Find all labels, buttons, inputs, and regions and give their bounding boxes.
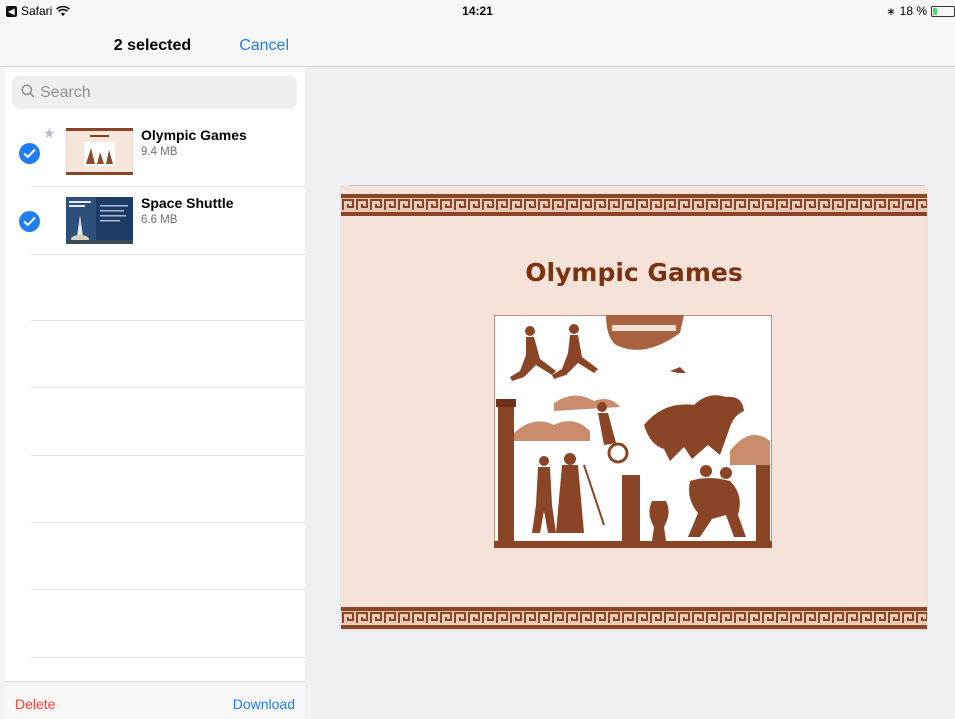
slide-title: Olympic Games	[525, 258, 743, 287]
battery-icon	[931, 5, 955, 17]
file-name: Olympic Games	[141, 127, 247, 143]
file-row-olympic-games[interactable]: ★ Olympic Games 9.4 MB	[5, 119, 305, 187]
bluetooth-icon: ∗	[886, 5, 896, 18]
delete-button[interactable]: Delete	[15, 696, 55, 712]
bottom-toolbar: Delete Download	[5, 681, 305, 719]
row-divider	[31, 254, 305, 255]
selected-check-icon[interactable]	[19, 211, 40, 232]
file-row-space-shuttle[interactable]: Space Shuttle 6.6 MB	[5, 187, 305, 255]
download-button[interactable]: Download	[233, 696, 295, 712]
status-time: 14:21	[462, 4, 493, 18]
search-icon	[21, 84, 35, 98]
greek-border-bottom	[341, 607, 927, 629]
status-right: ∗ 18 %	[886, 4, 955, 18]
search-input[interactable]: Search	[12, 76, 297, 109]
olympic-games-thumbnail	[66, 128, 133, 175]
battery-percent: 18 %	[899, 4, 927, 18]
status-bar: ◀ Safari 14:21 ∗ 18 %	[0, 0, 955, 22]
empty-row-divider	[31, 455, 305, 456]
ancient-greek-artwork-image	[494, 315, 772, 548]
file-size: 9.4 MB	[141, 146, 178, 158]
battery-level	[933, 7, 937, 15]
greek-border-top	[341, 194, 927, 216]
file-list-panel: 2 selected Cancel Search ★ Olympic Games…	[0, 0, 305, 719]
empty-row-divider	[31, 522, 305, 523]
file-size: 6.6 MB	[141, 214, 178, 226]
empty-row-divider	[31, 657, 305, 658]
search-placeholder: Search	[40, 84, 91, 101]
space-shuttle-thumbnail	[66, 197, 133, 244]
file-name: Space Shuttle	[141, 195, 234, 211]
empty-row-divider	[31, 320, 305, 321]
empty-row-divider	[31, 387, 305, 388]
selected-check-icon[interactable]	[19, 143, 40, 164]
file-list: Search ★ Olympic Games 9.4 MB Space Shut…	[5, 67, 305, 681]
cancel-button[interactable]: Cancel	[239, 37, 289, 55]
empty-row-divider	[31, 589, 305, 590]
star-icon: ★	[43, 125, 56, 141]
slide-preview[interactable]: Olympic Games	[341, 186, 927, 630]
